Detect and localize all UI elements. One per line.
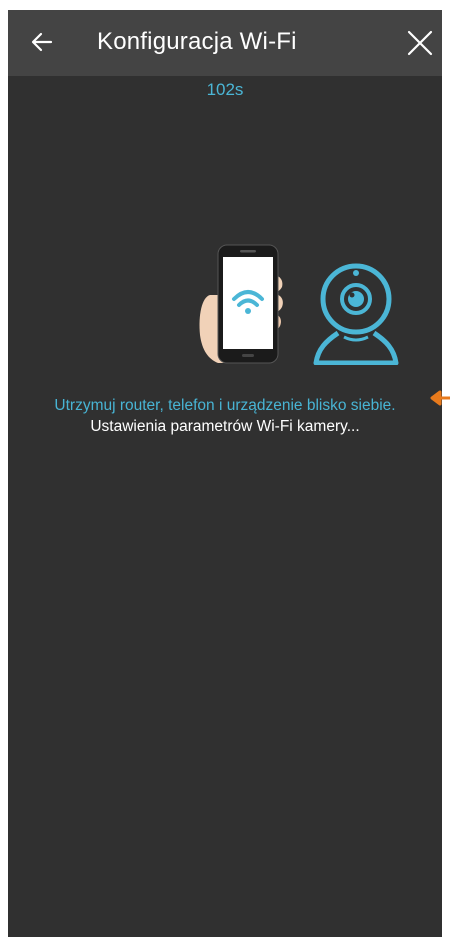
close-button[interactable] (398, 21, 442, 65)
app-bar: Konfiguracja Wi-Fi (8, 10, 442, 76)
page-title: Konfiguracja Wi-Fi (97, 28, 297, 55)
close-icon (407, 30, 433, 56)
countdown-timer: 102s (206, 80, 244, 99)
phone-wifi-icon (217, 244, 279, 364)
back-button[interactable] (22, 22, 62, 62)
arrow-left-icon (31, 32, 53, 52)
annotation-arrow-icon (430, 390, 450, 406)
webcam-icon (313, 263, 399, 365)
status-message: Ustawienia parametrów Wi-Fi kamery... (90, 418, 360, 435)
proximity-hint: Utrzymuj router, telefon i urządzenie bl… (54, 397, 396, 414)
wifi-config-screen: Konfiguracja Wi-Fi 102s Utrzymuj router,… (8, 10, 442, 937)
setup-illustration (199, 244, 399, 365)
